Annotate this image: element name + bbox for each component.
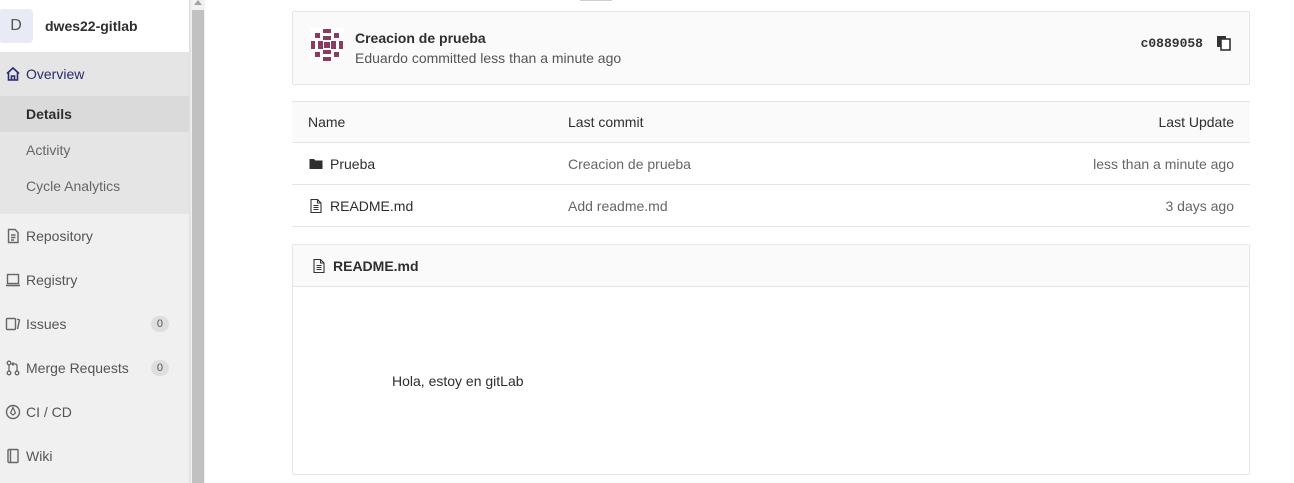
nav-repository[interactable]: Repository <box>0 214 189 258</box>
top-divider <box>580 0 612 1</box>
project-header[interactable]: D dwes22-gitlab <box>0 0 189 52</box>
doc-icon <box>0 214 26 258</box>
nav-ci-cd[interactable]: CI / CD <box>0 390 189 434</box>
nav-activity[interactable]: Activity <box>0 132 189 168</box>
row-commit-link[interactable]: Add readme.md <box>568 198 950 214</box>
header-last-update: Last Update <box>1158 114 1235 130</box>
file-icon <box>311 258 327 274</box>
row-commit-link[interactable]: Creacion de prueba <box>568 156 950 172</box>
last-commit-panel: Creacion de prueba Eduardo committed les… <box>292 11 1250 85</box>
readme-panel: README.md Hola, estoy en gitLab <box>292 244 1250 475</box>
issues-icon <box>0 302 26 346</box>
nav-merge-requests[interactable]: Merge Requests 0 <box>0 346 189 390</box>
nav-merge-requests-label: Merge Requests <box>26 360 129 376</box>
table-row[interactable]: Prueba Creacion de prueba less than a mi… <box>292 143 1250 185</box>
readme-content: Hola, estoy en gitLab <box>392 373 524 389</box>
commit-sha[interactable]: c0889058 <box>1141 36 1203 51</box>
rocket-icon <box>0 390 26 434</box>
readme-header: README.md <box>293 245 1249 287</box>
file-icon <box>308 198 324 214</box>
project-name[interactable]: dwes22-gitlab <box>45 18 138 34</box>
nav-ci-cd-label: CI / CD <box>26 404 72 420</box>
nav-registry[interactable]: Registry <box>0 258 189 302</box>
issues-count-badge: 0 <box>150 316 169 332</box>
file-tree-table: Name Last commit Last Update Prueba Crea… <box>292 101 1250 227</box>
laptop-icon <box>0 258 26 302</box>
nav-registry-label: Registry <box>26 272 78 288</box>
commit-title[interactable]: Creacion de prueba <box>355 30 486 46</box>
commit-meta: Eduardo committed less than a minute ago <box>355 50 622 66</box>
overview-section: Overview Details Activity Cycle Analytic… <box>0 52 189 214</box>
nav-cycle-analytics[interactable]: Cycle Analytics <box>0 168 189 204</box>
nav-overview[interactable]: Overview <box>0 52 189 96</box>
readme-filename[interactable]: README.md <box>333 258 419 274</box>
nav-overview-label: Overview <box>26 66 85 82</box>
copy-icon[interactable] <box>1215 34 1233 52</box>
row-name-link[interactable]: README.md <box>330 198 413 214</box>
merge-requests-count-badge: 0 <box>150 360 169 376</box>
header-last-commit: Last commit <box>568 114 644 130</box>
header-name: Name <box>308 114 346 130</box>
scroll-up-arrow-icon[interactable] <box>194 0 202 5</box>
sidebar-scrollbar[interactable] <box>190 0 205 483</box>
folder-icon <box>308 156 324 172</box>
nav-issues-label: Issues <box>26 316 67 332</box>
nav-issues[interactable]: Issues 0 <box>0 302 189 346</box>
nav-details[interactable]: Details <box>0 96 189 132</box>
scrollbar-thumb[interactable] <box>192 10 204 483</box>
nav-repository-label: Repository <box>26 228 93 244</box>
row-name-link[interactable]: Prueba <box>330 156 375 172</box>
table-row[interactable]: README.md Add readme.md 3 days ago <box>292 185 1250 227</box>
book-icon <box>0 434 26 478</box>
nav-wiki[interactable]: Wiki <box>0 434 189 478</box>
row-updated: less than a minute ago <box>1093 155 1234 172</box>
project-avatar[interactable]: D <box>0 9 33 43</box>
project-sidebar: D dwes22-gitlab Overview Details Activit… <box>0 0 190 483</box>
merge-request-icon <box>0 346 26 390</box>
table-header: Name Last commit Last Update <box>292 101 1250 143</box>
home-icon <box>0 52 26 96</box>
commit-author-avatar[interactable] <box>310 28 344 62</box>
row-updated: 3 days ago <box>1165 197 1235 214</box>
nav-wiki-label: Wiki <box>26 448 53 464</box>
